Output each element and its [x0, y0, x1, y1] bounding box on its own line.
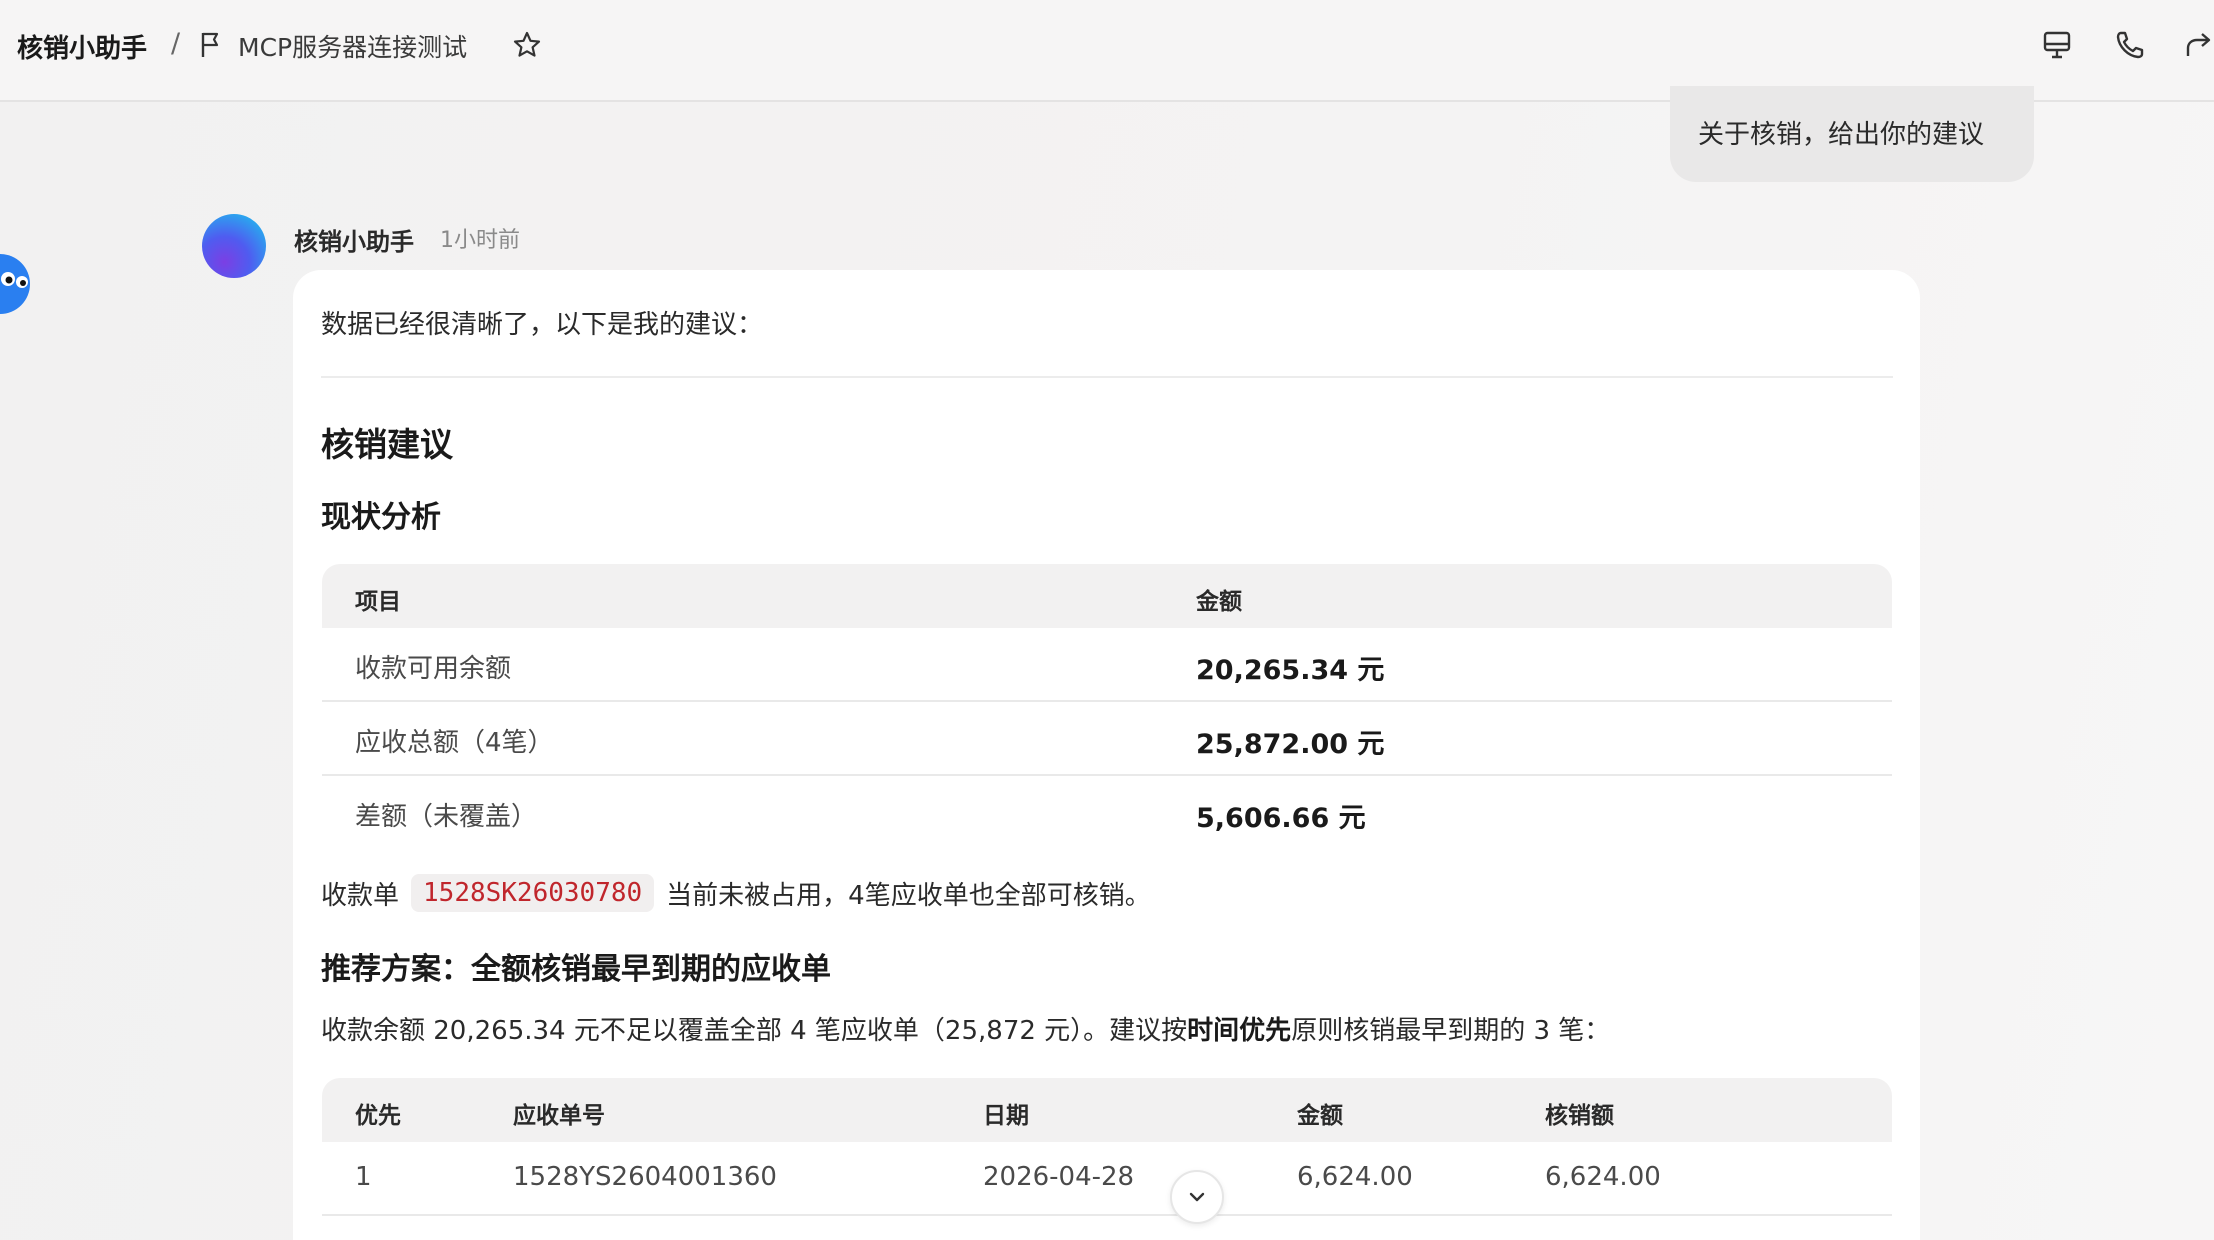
app-title[interactable]: 核销小助手 [17, 28, 147, 65]
assistant-avatar [202, 214, 266, 278]
table-header-cell: 金额 [1196, 589, 1242, 615]
phone-icon[interactable] [2113, 28, 2147, 62]
table-row: 差额（未覆盖） 5,606.66 元 [322, 776, 1892, 850]
para-text-after: 原则核销最早到期的 3 笔： [1291, 1016, 1611, 1046]
plan-paragraph: 收款余额 20,265.34 元不足以覆盖全部 4 笔应收单（25,872 元）… [321, 1010, 1610, 1047]
breadcrumb-separator: / [171, 28, 181, 59]
note-prefix: 收款单 [321, 880, 400, 911]
message-timestamp: 1小时前 [440, 228, 520, 253]
receipt-note: 收款单 1528SK26030780 当前未被占用，4笔应收单也全部可核销。 [321, 874, 1151, 912]
table-cell: 25,872.00 元 [1196, 729, 1385, 760]
receipt-code: 1528SK26030780 [411, 874, 655, 912]
status-table: 项目 金额 收款可用余额 20,265.34 元 应收总额（4笔） 25,872… [322, 564, 1892, 850]
table-header-cell: 项目 [355, 589, 401, 615]
user-message-bubble: 关于核销，给出你的建议 [1670, 86, 2034, 182]
note-suffix: 当前未被占用，4笔应收单也全部可核销。 [666, 880, 1151, 911]
table-row: 应收总额（4笔） 25,872.00 元 [322, 702, 1892, 776]
table-header-cell: 优先 [355, 1103, 401, 1129]
assistant-message-card: 数据已经很清晰了，以下是我的建议： 核销建议 现状分析 项目 金额 收款可用余额… [293, 270, 1920, 1240]
heading-writeoff-advice: 核销建议 [321, 425, 453, 464]
para-text-before: 收款余额 20,265.34 元不足以覆盖全部 4 笔应收单（25,872 元）… [321, 1016, 1188, 1046]
table-cell: 2026-04-28 [983, 1162, 1135, 1192]
table-cell: 应收总额（4笔） [355, 728, 554, 758]
star-icon[interactable] [511, 29, 543, 61]
table-header-cell: 金额 [1297, 1103, 1343, 1129]
table-header-cell: 核销额 [1545, 1103, 1614, 1129]
table-cell: 收款可用余额 [355, 654, 512, 684]
table-row: 1 1528YS2604001360 2026-04-28 6,624.00 6… [322, 1142, 1892, 1216]
assistant-name: 核销小助手 [294, 228, 414, 256]
table-header: 项目 金额 [322, 564, 1892, 628]
table-cell: 差额（未覆盖） [355, 802, 538, 832]
divider [321, 376, 1893, 378]
writeoff-table: 优先 应收单号 日期 金额 核销额 1 1528YS2604001360 202… [322, 1078, 1892, 1216]
table-header-cell: 日期 [983, 1103, 1029, 1129]
share-icon[interactable] [2182, 28, 2214, 62]
table-cell: 6,624.00 [1297, 1162, 1413, 1192]
table-cell: 6,624.00 [1545, 1162, 1661, 1192]
chevron-down-icon [1189, 1192, 1205, 1202]
heading-status-analysis: 现状分析 [321, 500, 441, 535]
table-header: 优先 应收单号 日期 金额 核销额 [322, 1078, 1892, 1142]
intro-text: 数据已经很清晰了，以下是我的建议： [321, 310, 764, 340]
mascot-icon[interactable] [0, 244, 36, 322]
heading-recommended-plan: 推荐方案：全额核销最早到期的应收单 [321, 952, 831, 987]
scroll-to-bottom-button[interactable] [1170, 1170, 1224, 1224]
table-cell: 5,606.66 元 [1196, 803, 1366, 834]
presentation-icon[interactable] [2040, 28, 2074, 62]
table-cell: 1 [355, 1162, 372, 1192]
flag-icon[interactable] [200, 31, 222, 59]
table-cell: 20,265.34 元 [1196, 655, 1385, 686]
table-row: 收款可用余额 20,265.34 元 [322, 628, 1892, 702]
para-bold-text: 时间优先 [1187, 1016, 1292, 1046]
chat-page: 核销小助手 / MCP服务器连接测试 关于核销，给出你的建议 核销小助手 1小时… [0, 0, 2214, 1240]
conversation-title[interactable]: MCP服务器连接测试 [238, 28, 467, 64]
table-header-cell: 应收单号 [513, 1103, 605, 1129]
table-cell: 1528YS2604001360 [513, 1162, 777, 1192]
